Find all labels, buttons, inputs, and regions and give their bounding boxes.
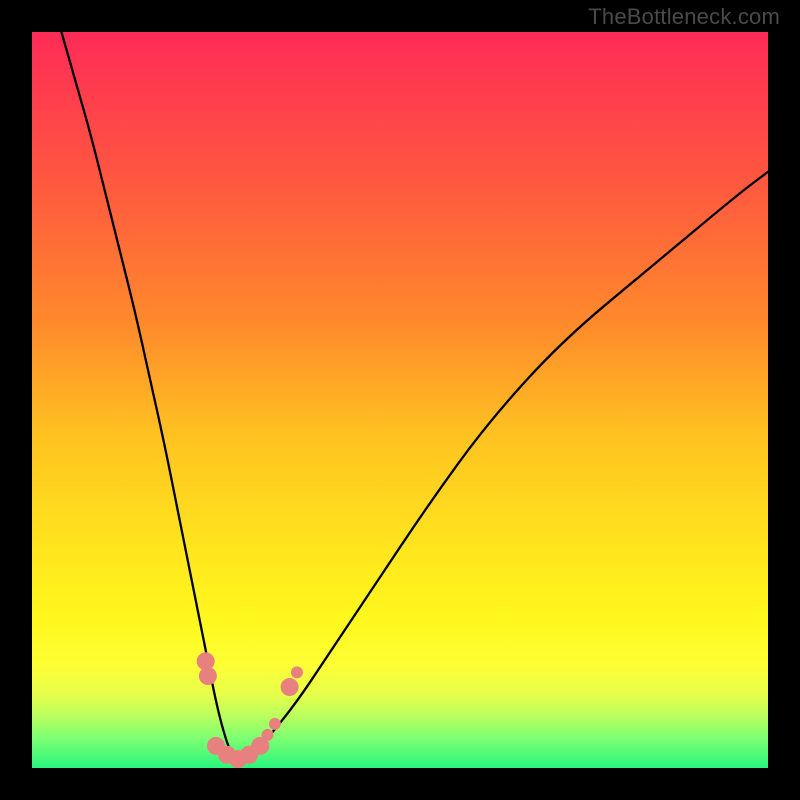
- highlight-dot: [269, 718, 281, 730]
- watermark-text: TheBottleneck.com: [588, 4, 780, 30]
- highlight-dot: [281, 678, 299, 696]
- highlight-dot: [262, 729, 274, 741]
- highlight-dot: [199, 667, 217, 685]
- highlight-dot: [291, 666, 303, 678]
- chart-frame: TheBottleneck.com: [0, 0, 800, 800]
- plot-background: [32, 32, 768, 768]
- bottleneck-chart: [0, 0, 800, 800]
